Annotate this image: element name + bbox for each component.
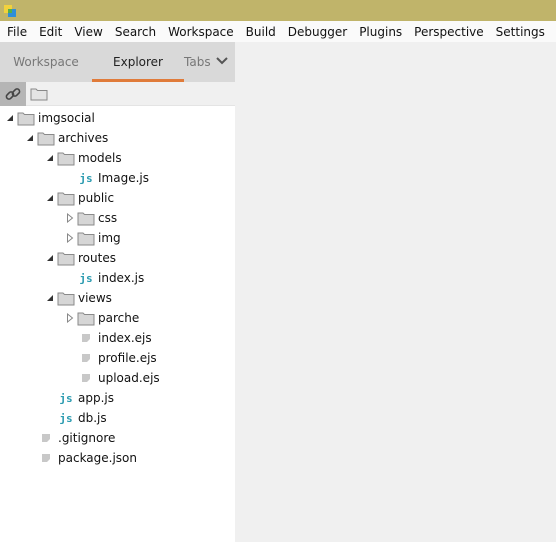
folder-icon bbox=[56, 190, 76, 206]
menu-perspective[interactable]: Perspective bbox=[408, 25, 490, 39]
tab-explorer[interactable]: Explorer bbox=[92, 42, 184, 82]
expanded-arrow-icon[interactable] bbox=[24, 132, 36, 144]
link-with-editor-button[interactable] bbox=[0, 81, 26, 106]
js-file-icon: js bbox=[79, 271, 93, 285]
expanded-arrow-icon[interactable] bbox=[44, 252, 56, 264]
open-folder-button[interactable] bbox=[26, 82, 52, 106]
tree-item-label: parche bbox=[98, 311, 140, 325]
menu-file[interactable]: File bbox=[1, 25, 33, 39]
tree-item[interactable]: .gitignore bbox=[0, 428, 235, 448]
folder-icon bbox=[16, 110, 36, 126]
tree-item-label: public bbox=[78, 191, 115, 205]
tree-item[interactable]: views bbox=[0, 288, 235, 308]
menu-settings[interactable]: Settings bbox=[490, 25, 551, 39]
title-bar bbox=[0, 0, 556, 21]
folder-icon bbox=[76, 230, 96, 246]
tree-item-label: profile.ejs bbox=[98, 351, 157, 365]
sidebar-tabs: Workspace Explorer Tabs bbox=[0, 42, 235, 82]
tree-item-label: routes bbox=[78, 251, 116, 265]
tree-item-label: db.js bbox=[78, 411, 107, 425]
menu-search[interactable]: Search bbox=[109, 25, 162, 39]
tree-item-label: index.ejs bbox=[98, 331, 152, 345]
tree-item[interactable]: js Image.js bbox=[0, 168, 235, 188]
file-icon bbox=[36, 450, 56, 466]
tree-item[interactable]: models bbox=[0, 148, 235, 168]
folder-icon bbox=[56, 250, 76, 266]
js-file-icon: js bbox=[79, 171, 93, 185]
file-icon bbox=[76, 330, 96, 346]
tree-item-label: imgsocial bbox=[38, 111, 95, 125]
tree-item[interactable]: js index.js bbox=[0, 268, 235, 288]
collapsed-arrow-icon[interactable] bbox=[64, 232, 76, 244]
chevron-down-icon[interactable] bbox=[215, 54, 229, 68]
app-icon bbox=[4, 5, 16, 17]
js-file-icon: js bbox=[59, 391, 73, 405]
tree-item[interactable]: parche bbox=[0, 308, 235, 328]
tree-item-label: app.js bbox=[78, 391, 114, 405]
menu-edit[interactable]: Edit bbox=[33, 25, 68, 39]
tree-item-label: models bbox=[78, 151, 122, 165]
tree-item[interactable]: archives bbox=[0, 128, 235, 148]
menu-view[interactable]: View bbox=[68, 25, 108, 39]
tree-item[interactable]: routes bbox=[0, 248, 235, 268]
tree-item-label: .gitignore bbox=[58, 431, 116, 445]
tree-item-label: Image.js bbox=[98, 171, 149, 185]
menu-php[interactable]: PHP bbox=[551, 25, 556, 39]
tree-item-label: index.js bbox=[98, 271, 145, 285]
tree-item[interactable]: index.ejs bbox=[0, 328, 235, 348]
folder-icon bbox=[56, 290, 76, 306]
expanded-arrow-icon[interactable] bbox=[44, 152, 56, 164]
menu-workspace[interactable]: Workspace bbox=[162, 25, 240, 39]
folder-icon bbox=[36, 130, 56, 146]
file-icon bbox=[36, 430, 56, 446]
tree-item[interactable]: profile.ejs bbox=[0, 348, 235, 368]
menu-bar: File Edit View Search Workspace Build Debugger… bbox=[0, 21, 556, 42]
file-icon bbox=[76, 350, 96, 366]
js-file-icon: js bbox=[59, 411, 73, 425]
tree-item[interactable]: img bbox=[0, 228, 235, 248]
menu-debugger[interactable]: Debugger bbox=[282, 25, 353, 39]
tree-item[interactable]: package.json bbox=[0, 448, 235, 468]
collapsed-arrow-icon[interactable] bbox=[64, 212, 76, 224]
tree-item-label: img bbox=[98, 231, 121, 245]
menu-plugins[interactable]: Plugins bbox=[353, 25, 408, 39]
link-icon bbox=[5, 87, 21, 100]
folder-icon bbox=[76, 310, 96, 326]
expanded-arrow-icon[interactable] bbox=[44, 192, 56, 204]
folder-icon bbox=[56, 150, 76, 166]
expanded-arrow-icon[interactable] bbox=[4, 112, 16, 124]
tree-item-label: upload.ejs bbox=[98, 371, 160, 385]
file-tree: imgsocial archives models js Image.js public c… bbox=[0, 106, 235, 468]
folder-icon bbox=[76, 210, 96, 226]
tree-item[interactable]: js app.js bbox=[0, 388, 235, 408]
tree-item-label: package.json bbox=[58, 451, 138, 465]
tree-item[interactable]: css bbox=[0, 208, 235, 228]
explorer-toolbar bbox=[0, 81, 235, 106]
tree-item[interactable]: upload.ejs bbox=[0, 368, 235, 388]
editor-area bbox=[235, 42, 556, 542]
tree-item[interactable]: public bbox=[0, 188, 235, 208]
collapsed-arrow-icon[interactable] bbox=[64, 312, 76, 324]
file-icon bbox=[76, 370, 96, 386]
tree-item[interactable]: js db.js bbox=[0, 408, 235, 428]
tree-item[interactable]: imgsocial bbox=[0, 108, 235, 128]
tree-item-label: views bbox=[78, 291, 112, 305]
tree-item-label: css bbox=[98, 211, 118, 225]
folder-icon bbox=[30, 88, 48, 100]
tree-item-label: archives bbox=[58, 131, 109, 145]
expanded-arrow-icon[interactable] bbox=[44, 292, 56, 304]
sidebar: Workspace Explorer Tabs imgsocial archive… bbox=[0, 42, 235, 542]
tab-workspace[interactable]: Workspace bbox=[0, 42, 92, 82]
menu-build[interactable]: Build bbox=[240, 25, 282, 39]
